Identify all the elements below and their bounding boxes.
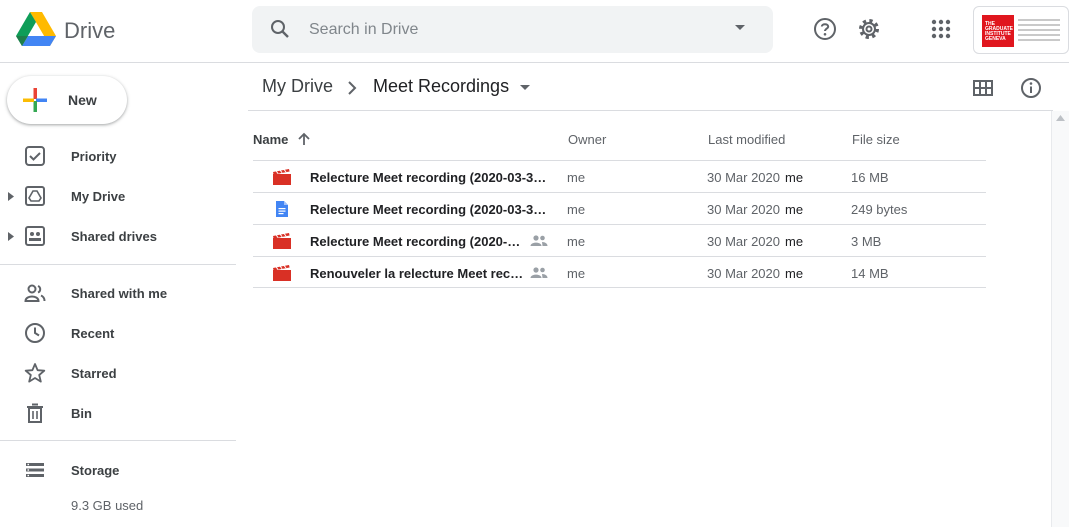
file-name[interactable]: Relecture Meet recording (2020-03...	[310, 234, 525, 249]
search-bar[interactable]	[252, 6, 773, 53]
doc-file-icon	[276, 201, 288, 217]
file-owner: me	[567, 202, 586, 217]
table-row[interactable]: Renouveler la relecture Meet recor... me…	[253, 256, 986, 288]
shared-drives-icon	[25, 226, 45, 246]
content-header-divider	[248, 110, 1053, 111]
file-owner: me	[567, 170, 586, 185]
sidebar-item-my-drive[interactable]: My Drive	[0, 180, 236, 212]
bin-icon	[27, 403, 43, 423]
my-drive-icon	[25, 186, 45, 206]
clock-icon	[25, 323, 45, 343]
storage-label: Storage	[71, 463, 120, 478]
file-modified-date: 30 Mar 2020	[707, 202, 780, 217]
sidebar-item-recent[interactable]: Recent	[0, 317, 236, 349]
shared-people-icon	[530, 235, 548, 246]
file-modified-date: 30 Mar 2020	[707, 234, 780, 249]
file-name[interactable]: Relecture Meet recording (2020-03-30 ...	[310, 202, 550, 217]
drive-logo-icon[interactable]	[16, 12, 56, 48]
file-size: 14 MB	[851, 266, 889, 281]
sidebar-item-bin[interactable]: Bin	[0, 397, 236, 429]
sidebar-item-label: My Drive	[71, 189, 126, 204]
file-modified-date: 30 Mar 2020	[707, 170, 780, 185]
new-button-label: New	[68, 92, 97, 108]
file-name[interactable]: Relecture Meet recording (2020-03-30 ...	[310, 170, 550, 185]
column-header-file-size[interactable]: File size	[852, 132, 900, 147]
settings-icon[interactable]	[856, 16, 882, 42]
sidebar-item-storage[interactable]: Storage	[0, 454, 236, 486]
expand-caret-icon[interactable]	[8, 232, 14, 241]
file-modified-by: me	[785, 202, 804, 217]
video-file-icon	[273, 233, 291, 249]
institute-logo: THE GRADUATE INSTITUTE GENEVA	[982, 15, 1014, 47]
storage-used-text: 9.3 GB used	[71, 498, 144, 513]
storage-icon	[26, 463, 44, 477]
shared-people-icon	[530, 267, 548, 278]
star-icon	[24, 363, 46, 383]
support-icon[interactable]	[812, 16, 838, 42]
file-owner: me	[567, 234, 586, 249]
file-name[interactable]: Renouveler la relecture Meet recor...	[310, 266, 525, 281]
video-file-icon	[273, 169, 291, 185]
search-options-icon[interactable]	[734, 24, 746, 32]
file-size: 3 MB	[851, 234, 882, 249]
apps-grid-icon[interactable]	[928, 16, 954, 42]
file-modified-by: me	[785, 234, 804, 249]
new-button[interactable]: New	[7, 76, 127, 124]
sidebar-item-shared-drives[interactable]: Shared drives	[0, 220, 236, 252]
column-header-name[interactable]: Name	[253, 132, 288, 147]
sort-arrow-up-icon[interactable]	[297, 132, 311, 146]
sidebar-item-label: Shared with me	[71, 286, 168, 301]
file-modified-by: me	[785, 266, 804, 281]
sidebar-item-starred[interactable]: Starred	[0, 357, 236, 389]
file-modified-by: me	[785, 170, 804, 185]
sidebar-divider	[0, 264, 236, 265]
app-title[interactable]: Drive	[64, 18, 115, 44]
top-bar: Drive THE GRADUATE INSTITUTE GENEVA	[0, 0, 1069, 63]
vertical-scrollbar[interactable]	[1051, 111, 1069, 527]
breadcrumb-my-drive[interactable]: My Drive	[262, 76, 333, 97]
table-row[interactable]: Relecture Meet recording (2020-03... me …	[253, 224, 986, 256]
file-size: 249 bytes	[851, 202, 908, 217]
sidebar-item-priority[interactable]: Priority	[0, 140, 236, 172]
search-icon[interactable]	[270, 19, 290, 39]
scroll-up-arrow-icon[interactable]	[1056, 115, 1065, 121]
sidebar-item-label: Priority	[71, 149, 117, 164]
sidebar-item-label: Bin	[71, 406, 92, 421]
search-input[interactable]	[309, 16, 709, 44]
shared-with-me-icon	[24, 284, 46, 302]
breadcrumb-current-folder[interactable]: Meet Recordings	[373, 76, 509, 97]
chevron-right-icon	[348, 81, 357, 95]
info-icon[interactable]	[1020, 77, 1042, 99]
priority-icon	[25, 146, 45, 166]
column-header-last-modified[interactable]: Last modified	[708, 132, 785, 147]
folder-menu-dropdown-icon[interactable]	[519, 84, 531, 92]
video-file-icon	[273, 265, 291, 281]
account-logo[interactable]: THE GRADUATE INSTITUTE GENEVA	[973, 6, 1069, 54]
table-row[interactable]: Relecture Meet recording (2020-03-30 ...…	[253, 160, 986, 192]
file-size: 16 MB	[851, 170, 889, 185]
file-owner: me	[567, 266, 586, 281]
sidebar-item-label: Starred	[71, 366, 117, 381]
plus-icon	[23, 88, 47, 112]
sidebar-item-shared-with-me[interactable]: Shared with me	[0, 277, 236, 309]
grid-view-icon[interactable]	[972, 77, 994, 99]
table-row[interactable]: Relecture Meet recording (2020-03-30 ...…	[253, 192, 986, 224]
column-header-owner[interactable]: Owner	[568, 132, 606, 147]
sidebar-item-label: Shared drives	[71, 229, 157, 244]
file-modified-date: 30 Mar 2020	[707, 266, 780, 281]
sidebar-item-label: Recent	[71, 326, 115, 341]
sidebar-divider	[0, 440, 236, 441]
expand-caret-icon[interactable]	[8, 192, 14, 201]
